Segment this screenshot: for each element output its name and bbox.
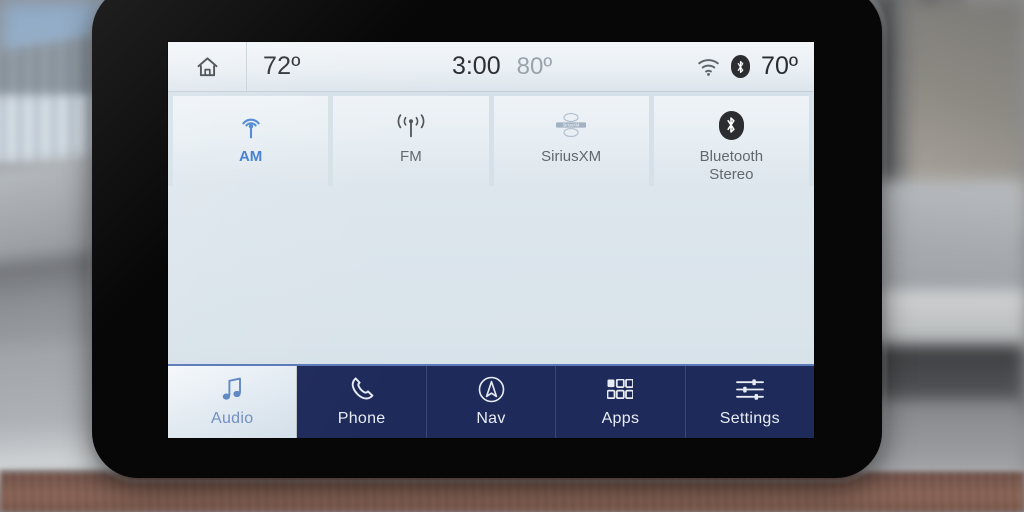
nav-label-apps: Apps [601, 410, 640, 427]
home-button[interactable] [168, 42, 247, 91]
status-bar: 72º 3:00 80º 70º [168, 42, 814, 92]
passenger-temperature[interactable]: 70º [761, 52, 798, 81]
status-indicators: 70º [697, 52, 814, 81]
nav-item-audio[interactable]: Audio [168, 366, 298, 438]
music-note-icon [221, 376, 243, 402]
sliders-icon [735, 376, 764, 402]
audio-source-tiles: AM FM SiriusXM SiriusXM Bluetooth Stereo [168, 92, 814, 186]
home-icon [197, 56, 217, 76]
outside-temperature: 80º [516, 53, 553, 80]
infotainment-screen: 72º 3:00 80º 70º AM FM SiriusXM SiriusXM… [168, 42, 814, 438]
nav-label-audio: Audio [210, 410, 254, 427]
svg-text:SiriusXM: SiriusXM [563, 123, 580, 128]
source-label-siriusxm: SiriusXM [541, 148, 602, 165]
source-label-fm: FM [400, 148, 422, 165]
background-wood-grain [0, 472, 1024, 512]
bottom-navigation-bar: Audio Phone Nav Apps Settings [168, 364, 814, 438]
nav-item-nav[interactable]: Nav [427, 366, 557, 438]
clock: 3:00 [451, 52, 501, 80]
wifi-icon [698, 58, 719, 76]
phone-icon [349, 376, 375, 402]
bluetooth-status-icon [731, 55, 751, 78]
source-label-bluetooth-line1: Bluetooth [699, 148, 764, 165]
apps-grid-icon [607, 376, 634, 402]
source-tile-siriusxm[interactable]: SiriusXM SiriusXM [493, 96, 649, 186]
nav-item-phone[interactable]: Phone [297, 366, 427, 438]
siriusxm-logo-icon: SiriusXM [554, 109, 588, 141]
nav-label-settings: Settings [719, 410, 780, 427]
status-center-group: 3:00 80º [359, 52, 697, 81]
source-label-bluetooth: Bluetooth Stereo [700, 148, 763, 185]
am-antenna-icon [238, 109, 264, 141]
source-tile-am[interactable]: AM [173, 96, 329, 186]
source-tile-bluetooth-stereo[interactable]: Bluetooth Stereo [653, 96, 809, 186]
compass-icon [478, 376, 505, 402]
nav-label-phone: Phone [337, 410, 386, 427]
bluetooth-icon [718, 109, 744, 141]
fm-antenna-icon [396, 109, 426, 141]
nav-item-apps[interactable]: Apps [556, 366, 686, 438]
source-tile-fm[interactable]: FM [333, 96, 489, 186]
nav-label-nav: Nav [476, 410, 506, 427]
driver-temperature[interactable]: 72º [247, 52, 359, 81]
source-label-bluetooth-line2: Stereo [709, 166, 754, 184]
nav-item-settings[interactable]: Settings [686, 366, 814, 438]
source-label-am: AM [238, 148, 263, 165]
